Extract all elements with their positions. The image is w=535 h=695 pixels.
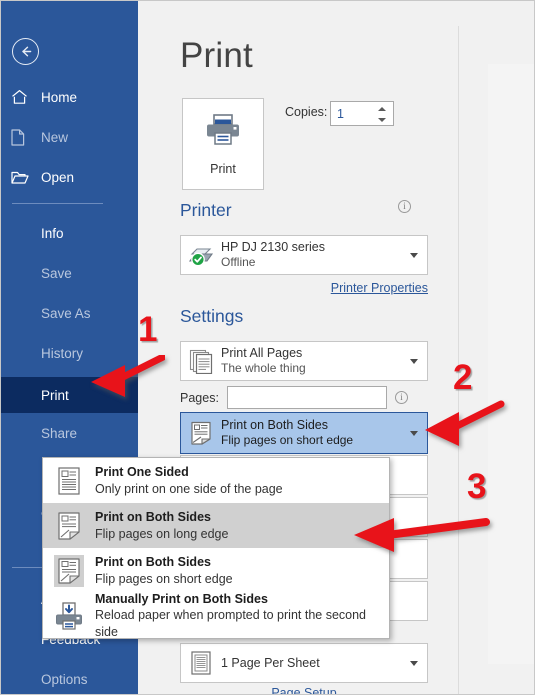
page-icon	[11, 128, 41, 146]
sidebar-item-label: Options	[41, 671, 88, 687]
print-range-main: Print All Pages	[221, 346, 303, 361]
menu-item-manual-duplex[interactable]: Manually Print on Both Sides Reload pape…	[43, 592, 389, 639]
annotation-arrow-3	[330, 514, 490, 556]
sidebar-item-label: Save As	[41, 305, 91, 321]
print-button-label: Print	[210, 161, 236, 176]
sidebar-item-label: New	[41, 129, 69, 145]
one-sided-icon	[43, 466, 95, 496]
sidebar-item-label: History	[41, 345, 84, 361]
print-range-combo[interactable]: Print All Pages The whole thing	[180, 341, 428, 381]
sidebar-item-label: Open	[41, 169, 75, 185]
menu-item-title: Manually Print on Both Sides	[95, 592, 268, 607]
menu-item-description: Only print on one side of the page	[95, 481, 283, 496]
menu-item-description: Flip pages on short edge	[95, 571, 233, 586]
sidebar-item-share[interactable]: Share	[0, 418, 138, 448]
duplex-long-edge-icon	[43, 511, 95, 541]
printer-status-ok-icon	[181, 244, 221, 267]
print-preview-page	[488, 64, 535, 664]
annotation-number-1: 1	[138, 310, 158, 349]
duplex-combo[interactable]: Print on Both Sides Flip pages on short …	[180, 412, 428, 454]
all-pages-icon	[181, 348, 221, 374]
print-button[interactable]: Print	[182, 98, 264, 190]
print-backstage-screen: Home New Open Info Save Save As History …	[0, 0, 535, 695]
printer-section-heading: Printer	[180, 200, 232, 220]
sidebar-divider-top	[12, 203, 103, 204]
menu-item-title: Print One Sided	[95, 465, 189, 480]
printer-combo[interactable]: HP DJ 2130 series Offline	[180, 235, 428, 275]
sidebar-item-info[interactable]: Info	[0, 218, 138, 248]
menu-item-one-sided[interactable]: Print One Sided Only print on one side o…	[43, 458, 389, 503]
back-arrow-circle-icon[interactable]	[12, 38, 39, 65]
spinner-up-icon[interactable]	[378, 107, 386, 112]
pages-per-sheet-label: 1 Page Per Sheet	[221, 656, 320, 670]
printer-icon	[204, 113, 242, 152]
menu-item-description: Reload paper when prompted to print the …	[95, 608, 367, 639]
annotation-number-3: 3	[467, 467, 487, 506]
sidebar-item-label: Info	[41, 225, 64, 241]
copies-stepper[interactable]: 1	[330, 101, 394, 126]
sidebar-item-home[interactable]: Home	[0, 82, 138, 112]
sidebar-item-options[interactable]: Options	[0, 664, 138, 694]
sidebar-item-open[interactable]: Open	[0, 162, 138, 192]
pages-input[interactable]	[227, 386, 387, 409]
sidebar-item-label: Print	[41, 387, 69, 403]
sidebar-item-label: Share	[41, 425, 78, 441]
one-page-per-sheet-icon	[181, 650, 221, 676]
duplex-main: Print on Both Sides	[221, 418, 329, 433]
sidebar-item-new[interactable]: New	[0, 122, 138, 152]
duplex-sub: Flip pages on short edge	[221, 433, 354, 448]
sidebar-item-label: Save	[41, 265, 72, 281]
copies-label: Copies:	[285, 105, 328, 119]
duplex-short-edge-icon	[43, 554, 95, 587]
menu-item-title: Print on Both Sides	[95, 555, 211, 570]
pages-field-label: Pages:	[180, 391, 219, 405]
manual-duplex-printer-icon	[43, 601, 95, 631]
chevron-down-icon[interactable]	[401, 660, 427, 666]
folder-icon	[11, 170, 41, 185]
spinner-down-icon[interactable]	[378, 117, 386, 122]
annotation-arrow-2	[415, 398, 505, 454]
chevron-down-icon[interactable]	[401, 252, 427, 258]
printer-status: Offline	[221, 255, 256, 270]
info-icon[interactable]: i	[395, 391, 408, 404]
settings-section-heading: Settings	[180, 306, 244, 326]
page-setup-link[interactable]: Page Setup	[180, 686, 428, 695]
pages-per-sheet-combo[interactable]: 1 Page Per Sheet	[180, 643, 428, 683]
copies-value[interactable]: 1	[337, 107, 344, 121]
sidebar-item-label: Home	[41, 89, 78, 105]
annotation-number-2: 2	[453, 358, 473, 397]
printer-properties-link[interactable]: Printer Properties	[180, 281, 428, 295]
home-icon	[11, 89, 41, 105]
chevron-down-icon[interactable]	[401, 358, 427, 364]
print-range-sub: The whole thing	[221, 361, 306, 376]
copies-spinner[interactable]	[376, 104, 388, 125]
sidebar-item-save[interactable]: Save	[0, 258, 138, 288]
printer-name: HP DJ 2130 series	[221, 240, 325, 255]
info-icon[interactable]: i	[398, 200, 411, 213]
sidebar-item-save-as[interactable]: Save As	[0, 298, 138, 328]
page-title: Print	[180, 36, 253, 75]
duplex-short-edge-icon	[181, 420, 221, 446]
annotation-arrow-1	[85, 355, 165, 405]
